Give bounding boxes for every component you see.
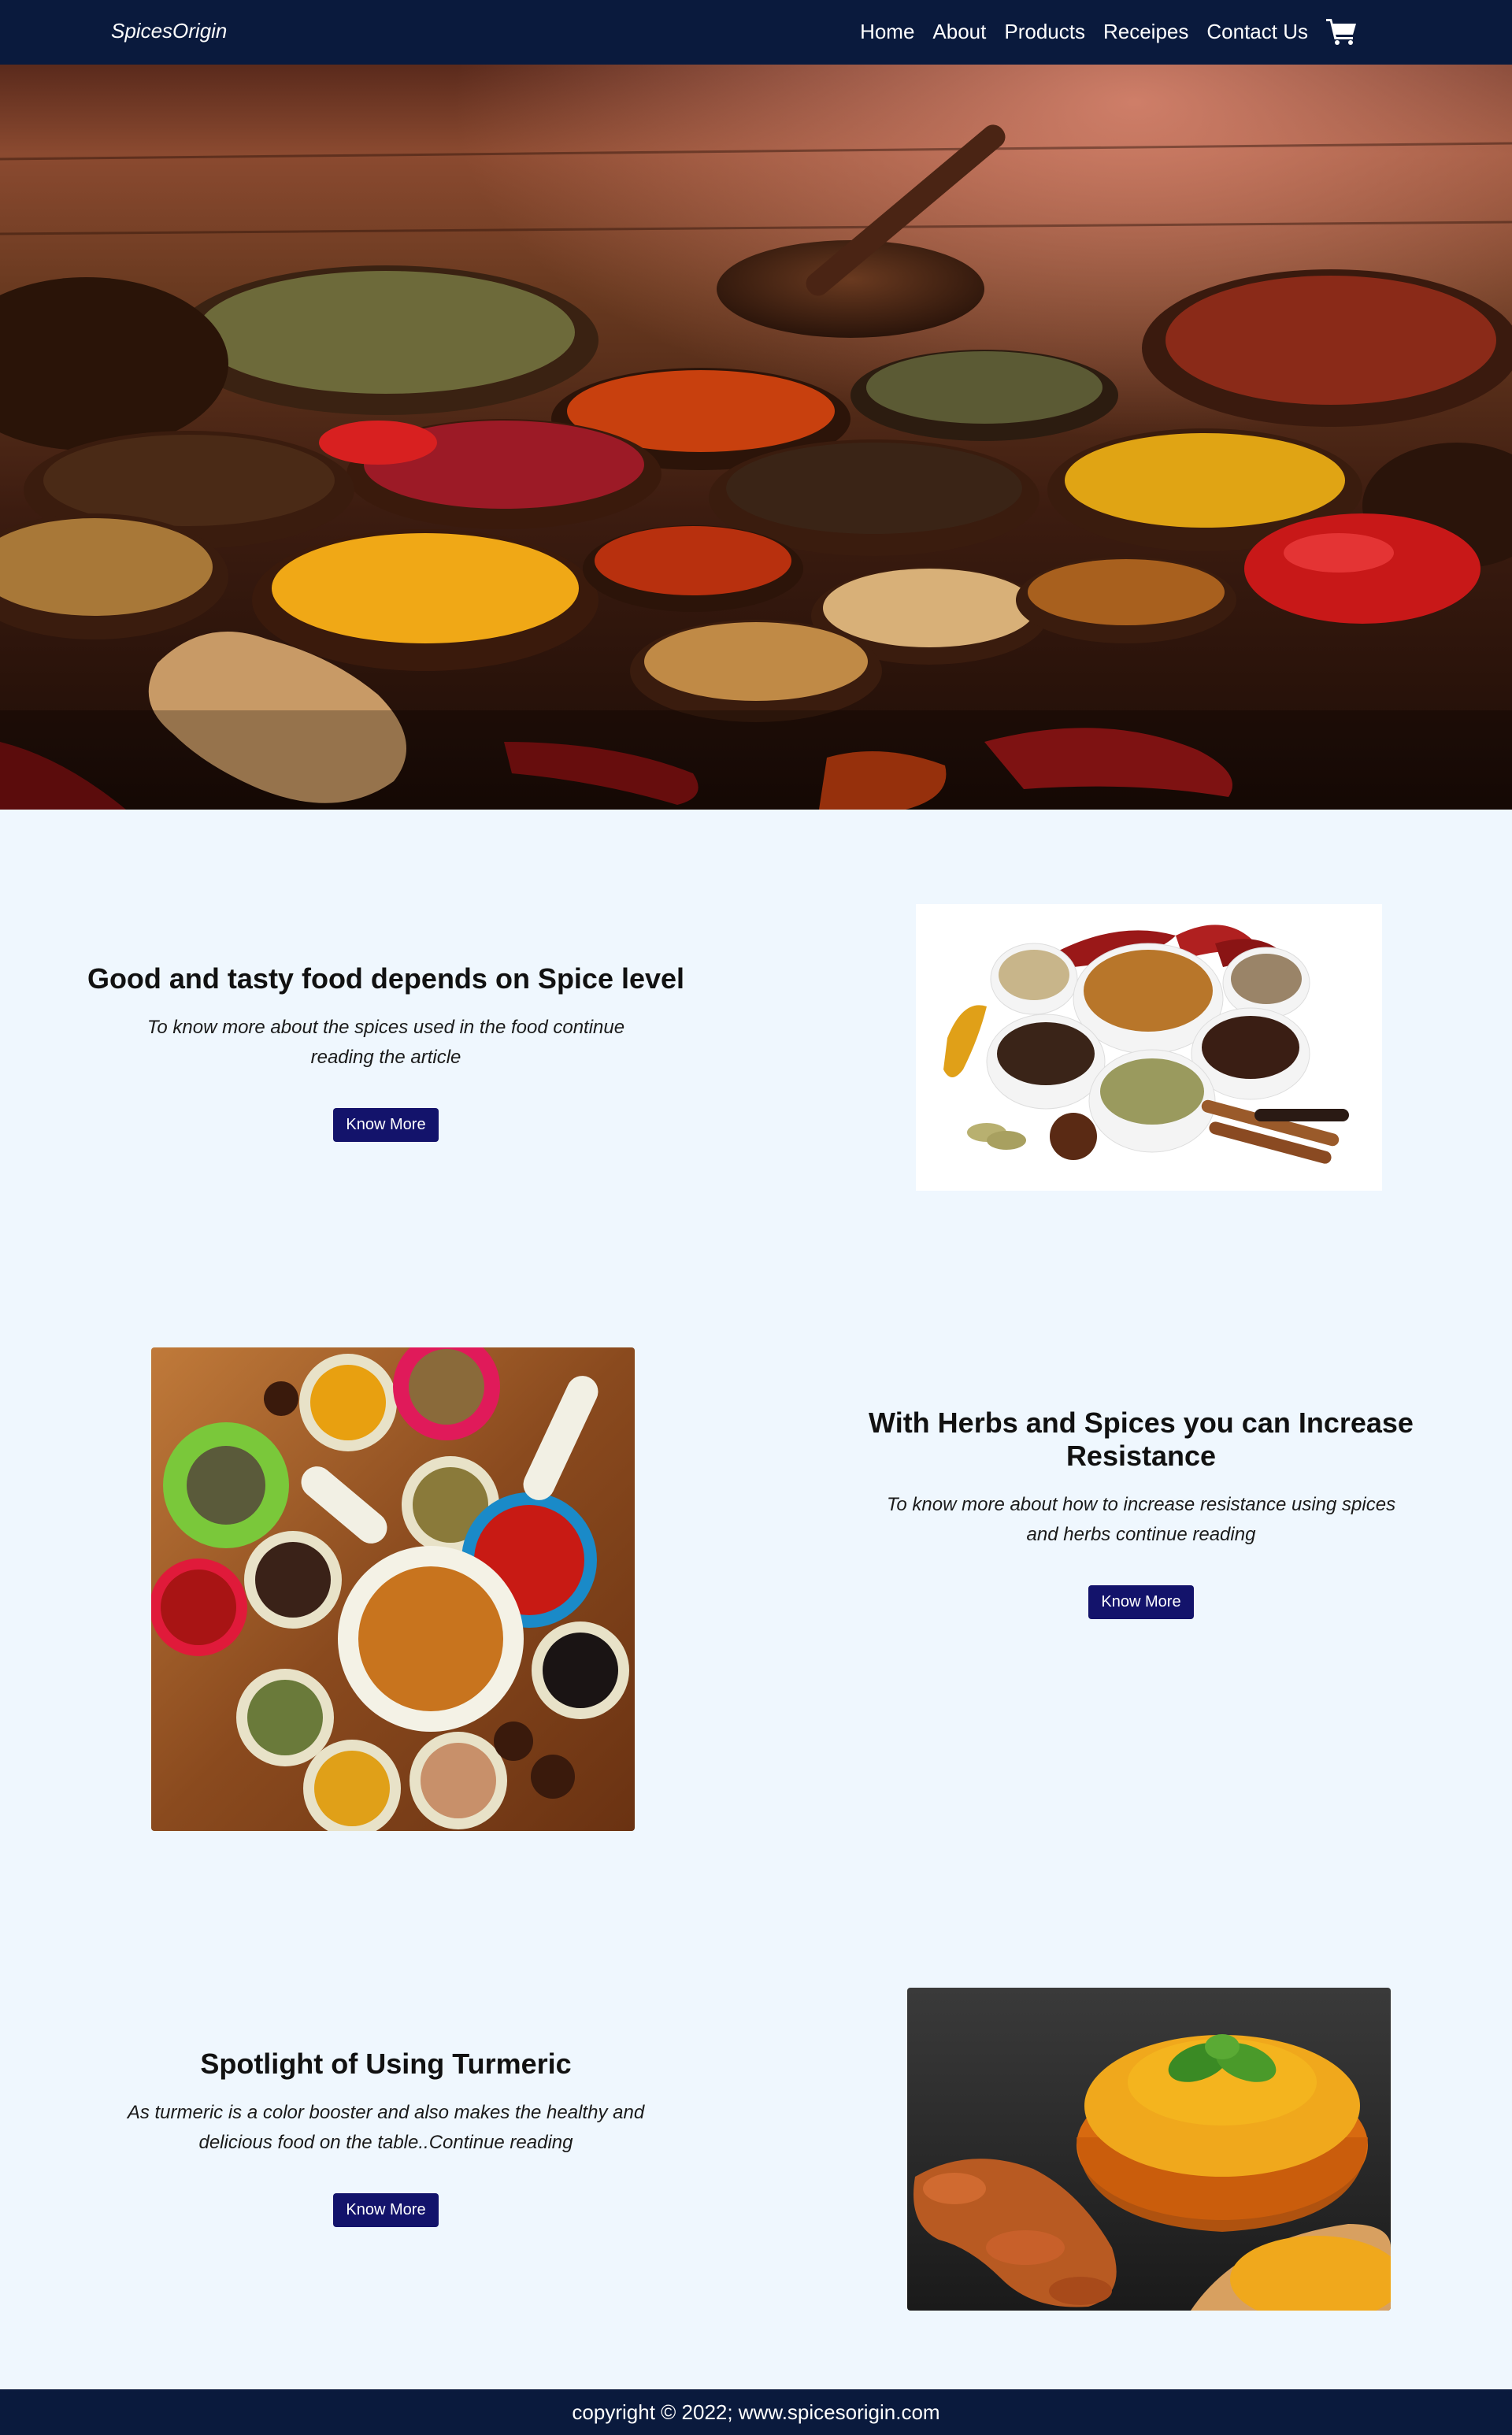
nav-contact-us[interactable]: Contact Us xyxy=(1206,20,1308,44)
footer-copyright: copyright © 2022; www.spicesorigin.com xyxy=(572,2400,940,2424)
feature-heading-1: Good and tasty food depends on Spice lev… xyxy=(87,962,685,995)
feature-section-3: Spotlight of Using Turmeric As turmeric … xyxy=(87,2048,685,2227)
brand-logo[interactable]: SpicesOrigin xyxy=(111,19,227,43)
nav-home[interactable]: Home xyxy=(860,20,914,44)
nav-about[interactable]: About xyxy=(932,20,986,44)
hero-banner xyxy=(0,65,1512,810)
feature-heading-3: Spotlight of Using Turmeric xyxy=(200,2048,572,2080)
know-more-button-1[interactable]: Know More xyxy=(333,1108,439,1142)
feature-description-1: To know more about the spices used in th… xyxy=(118,1013,654,1073)
hero-spices-image xyxy=(0,65,1512,810)
feature-description-2-line2: and herbs continue reading xyxy=(1026,1524,1256,1545)
navbar: SpicesOrigin Home About Products Receipe… xyxy=(0,0,1512,65)
nav-links: Home About Products Receipes Contact Us xyxy=(860,17,1358,46)
feature-heading-2: With Herbs and Spices you can Increase R… xyxy=(869,1407,1414,1472)
feature-section-1: Good and tasty food depends on Spice lev… xyxy=(87,962,685,1142)
turmeric-image xyxy=(907,1988,1391,2311)
feature-description-3-line2: delicious food on the table..Continue re… xyxy=(198,2132,573,2153)
feature-description-2: To know more about how to increase resis… xyxy=(865,1490,1417,1550)
nav-receipes[interactable]: Receipes xyxy=(1103,20,1188,44)
know-more-button-3[interactable]: Know More xyxy=(333,2193,439,2227)
feature-description-3-line1: As turmeric is a color booster and also … xyxy=(127,2102,645,2123)
feature-section-2: With Herbs and Spices you can Increase R… xyxy=(799,1407,1484,1619)
feature-description-1-line2: reading the article xyxy=(310,1047,461,1068)
spices-bowls-image xyxy=(916,904,1382,1191)
spice-jars-image xyxy=(151,1347,635,1831)
feature-description-1-line1: To know more about the spices used in th… xyxy=(146,1017,625,1038)
feature-description-2-line1: To know more about how to increase resis… xyxy=(886,1494,1396,1515)
footer: copyright © 2022; www.spicesorigin.com xyxy=(0,2389,1512,2435)
know-more-button-2[interactable]: Know More xyxy=(1088,1585,1194,1619)
feature-description-3: As turmeric is a color booster and also … xyxy=(102,2098,669,2158)
nav-products[interactable]: Products xyxy=(1004,20,1085,44)
shopping-cart-icon[interactable] xyxy=(1326,17,1358,46)
